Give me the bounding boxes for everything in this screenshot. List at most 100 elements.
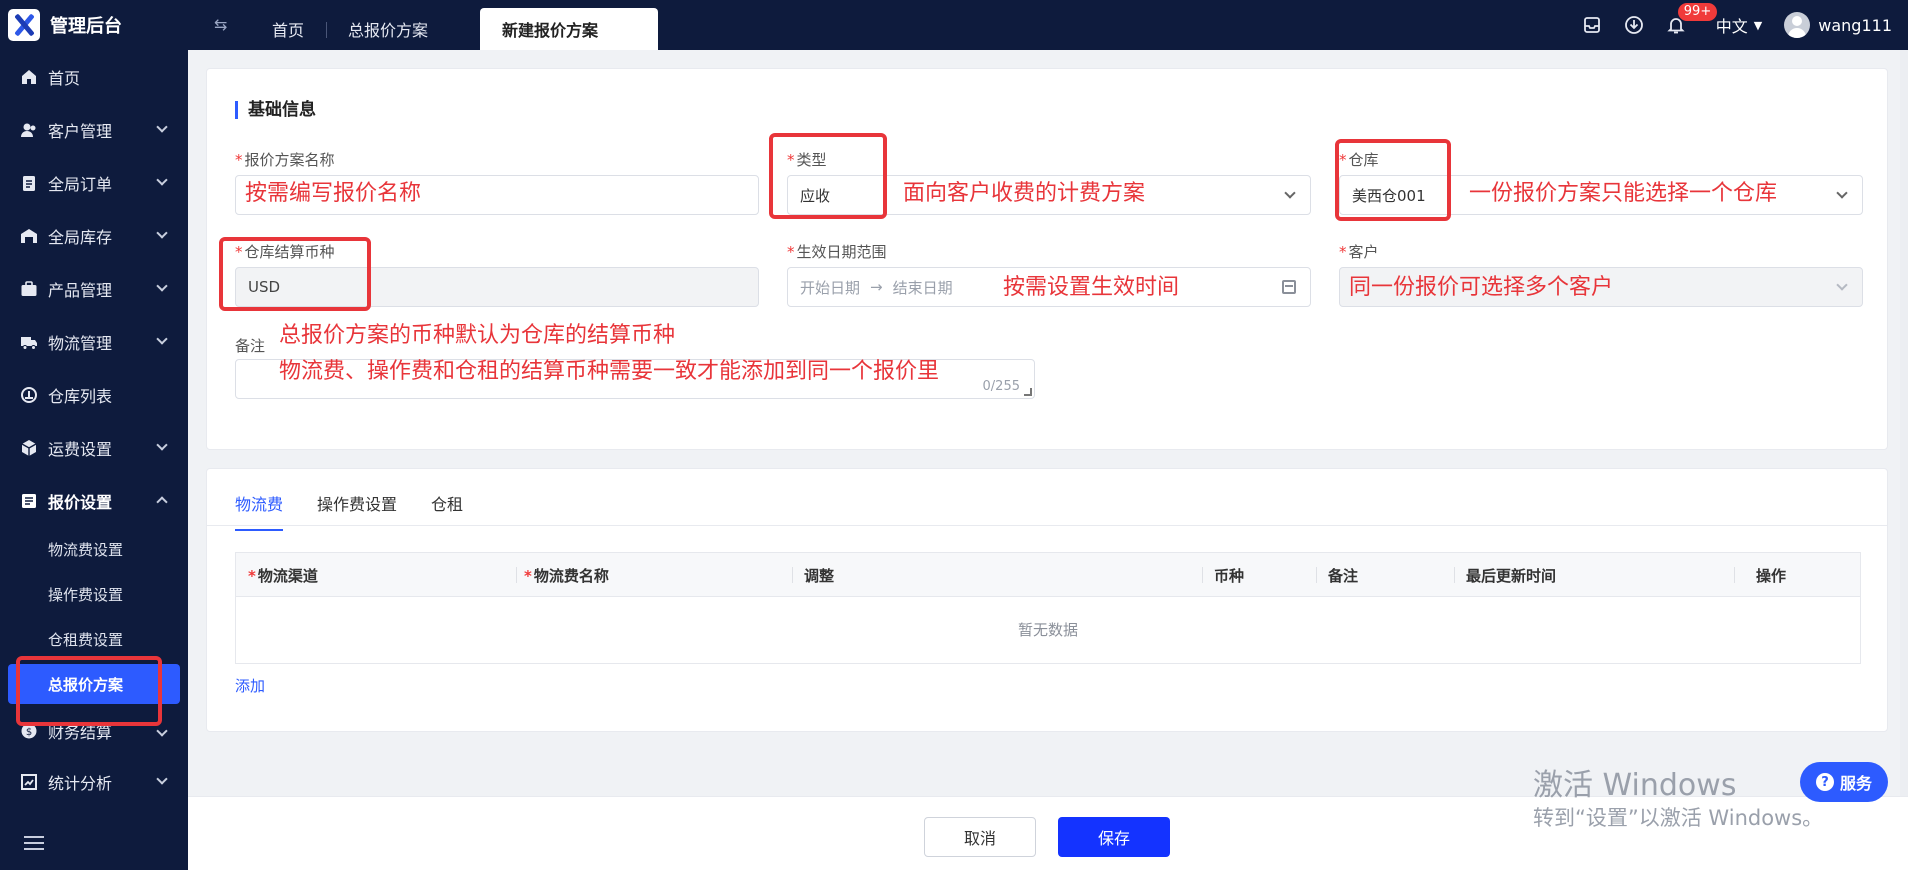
sidebar-item-customers[interactable]: 客户管理: [0, 103, 188, 156]
chevron-down-icon: [1836, 279, 1848, 291]
column-divider: [1316, 567, 1317, 583]
cancel-button[interactable]: 取消: [924, 817, 1036, 857]
sidebar-item-home[interactable]: 首页: [0, 50, 188, 103]
user-menu[interactable]: wang111: [1784, 12, 1892, 38]
windows-activation-watermark: 激活 Windows 转到“设置”以激活 Windows。: [1533, 768, 1823, 832]
customer-label: * 客户: [1339, 243, 1379, 261]
sidebar-subitem-logistics-fee[interactable]: 物流费设置: [0, 527, 188, 572]
caret-down-icon: ▼: [1753, 18, 1763, 32]
swap-arrows-icon[interactable]: ⇆: [214, 16, 236, 34]
quote-name-label: * 报价方案名称: [235, 151, 335, 169]
label-text: 客户: [1348, 243, 1379, 261]
fee-table-card: 物流费 操作费设置 仓租 * 物流渠道 * 物流费名称 调整 币种 备注 最后更新时…: [206, 468, 1888, 732]
package-icon: [21, 439, 37, 456]
chevron-down-icon: [156, 121, 168, 133]
menu-collapse-icon[interactable]: [24, 836, 44, 852]
column-divider: [1202, 567, 1203, 583]
chevron-down-icon: [156, 227, 168, 239]
column-label: 物流费名称: [533, 567, 609, 585]
briefcase-icon: [21, 280, 37, 296]
column-header: 备注: [1328, 565, 1358, 586]
tab-home[interactable]: 首页: [250, 8, 326, 50]
language-selector[interactable]: 中文 ▼: [1716, 13, 1762, 37]
chart-icon: [21, 773, 37, 790]
sidebar-item-orders[interactable]: 全局订单: [0, 156, 188, 209]
app-logo[interactable]: 管理后台: [0, 0, 188, 50]
sidebar-item-label: 物流费设置: [48, 541, 124, 559]
end-date-placeholder[interactable]: 结束日期: [893, 277, 953, 298]
annotation-box-sidebar: [16, 656, 162, 726]
column-header: 币种: [1214, 565, 1244, 586]
column-label: 最后更新时间: [1466, 567, 1557, 585]
sidebar-item-inventory[interactable]: 全局库存: [0, 209, 188, 262]
annotation-box-warehouse: [1335, 139, 1451, 221]
chevron-down-icon: [156, 439, 168, 451]
column-divider: [1734, 567, 1735, 583]
sidebar-item-shipping-fees[interactable]: 运费设置: [0, 421, 188, 474]
fee-table: * 物流渠道 * 物流费名称 调整 币种 备注 最后更新时间 操作 暂无数据: [235, 552, 1861, 664]
users-icon: [21, 123, 36, 137]
sidebar-item-analytics[interactable]: 统计分析: [0, 755, 188, 808]
help-icon: ?: [1815, 773, 1834, 791]
language-label: 中文: [1715, 17, 1748, 36]
chevron-up-icon: [156, 496, 168, 508]
empty-state: 暂无数据: [1017, 621, 1078, 639]
warehouse-icon: [21, 228, 37, 243]
annotation-type-hint: 面向客户收费的计费方案: [903, 181, 1146, 206]
chevron-down-icon: [1836, 187, 1848, 199]
avatar: [1784, 12, 1811, 38]
sidebar-item-label: 运费设置: [48, 439, 113, 459]
tab-quote-plans[interactable]: 总报价方案: [326, 8, 450, 50]
column-header: 操作: [1756, 565, 1786, 586]
sidebar: 首页 客户管理 全局订单 全局库存 产品管理 物流管理 仓库列表 运费设置 报价…: [0, 50, 188, 870]
watermark-line1: 激活 Windows: [1533, 768, 1737, 803]
arrow-right-icon: →: [870, 278, 883, 296]
column-label: 物流渠道: [257, 567, 318, 585]
truck-icon: [21, 336, 37, 350]
notification-badge: 99+: [1677, 3, 1718, 21]
document-icon: [22, 493, 36, 508]
label-text: 生效日期范围: [796, 243, 887, 261]
tab-new-quote-plan[interactable]: 新建报价方案: [480, 8, 659, 50]
sidebar-item-warehouses[interactable]: 仓库列表: [0, 368, 188, 421]
sidebar-item-label: 产品管理: [48, 280, 113, 300]
start-date-placeholder[interactable]: 开始日期: [800, 277, 860, 298]
page-scrollbar[interactable]: [1900, 50, 1908, 796]
sidebar-item-products[interactable]: 产品管理: [0, 262, 188, 315]
remark-label: 备注: [235, 335, 265, 356]
sidebar-item-label: 操作费设置: [48, 586, 124, 604]
bell-icon[interactable]: 99+: [1666, 3, 1718, 35]
add-row-link[interactable]: 添加: [235, 675, 265, 696]
download-icon[interactable]: [1624, 15, 1644, 35]
sidebar-item-label: 统计分析: [48, 773, 113, 793]
column-label: 币种: [1214, 567, 1245, 585]
service-button[interactable]: ? 服务: [1800, 762, 1888, 802]
sidebar-item-label: 物流管理: [48, 333, 113, 353]
annotation-currency-hint-1: 总报价方案的币种默认为仓库的结算币种: [279, 323, 676, 348]
sidebar-item-label: 全局库存: [48, 227, 113, 247]
sidebar-item-quote-settings[interactable]: 报价设置: [0, 474, 188, 527]
watermark-line2: 转到“设置”以激活 Windows。: [1533, 806, 1824, 830]
section-title: 基础信息: [235, 101, 316, 119]
chevron-down-icon: [156, 773, 168, 785]
label-text: 报价方案名称: [244, 151, 335, 169]
label-text: 备注: [235, 337, 266, 355]
save-button[interactable]: 保存: [1058, 817, 1170, 857]
resize-handle-icon[interactable]: [1024, 388, 1032, 396]
column-divider: [1454, 567, 1455, 583]
column-header: 调整: [804, 565, 834, 586]
chevron-down-icon: [1284, 187, 1296, 199]
top-header: 管理后台 ⇆ 首页 总报价方案 新建报价方案 99+ 中文 ▼ wang111: [0, 0, 1908, 50]
column-header: * 物流费名称: [524, 566, 609, 586]
inbox-icon[interactable]: [1582, 15, 1602, 35]
username: wang111: [1818, 15, 1892, 35]
date-range-label: * 生效日期范围: [787, 243, 887, 261]
svg-text:$: $: [26, 727, 32, 738]
column-label: 调整: [804, 567, 835, 585]
sidebar-item-logistics[interactable]: 物流管理: [0, 315, 188, 368]
home-icon: [22, 69, 36, 84]
table-header: * 物流渠道 * 物流费名称 调整 币种 备注 最后更新时间 操作: [236, 553, 1860, 597]
sidebar-subitem-operation-fee[interactable]: 操作费设置: [0, 572, 188, 617]
clipboard-icon: [23, 175, 35, 191]
annotation-date-hint: 按需设置生效时间: [1003, 275, 1180, 300]
